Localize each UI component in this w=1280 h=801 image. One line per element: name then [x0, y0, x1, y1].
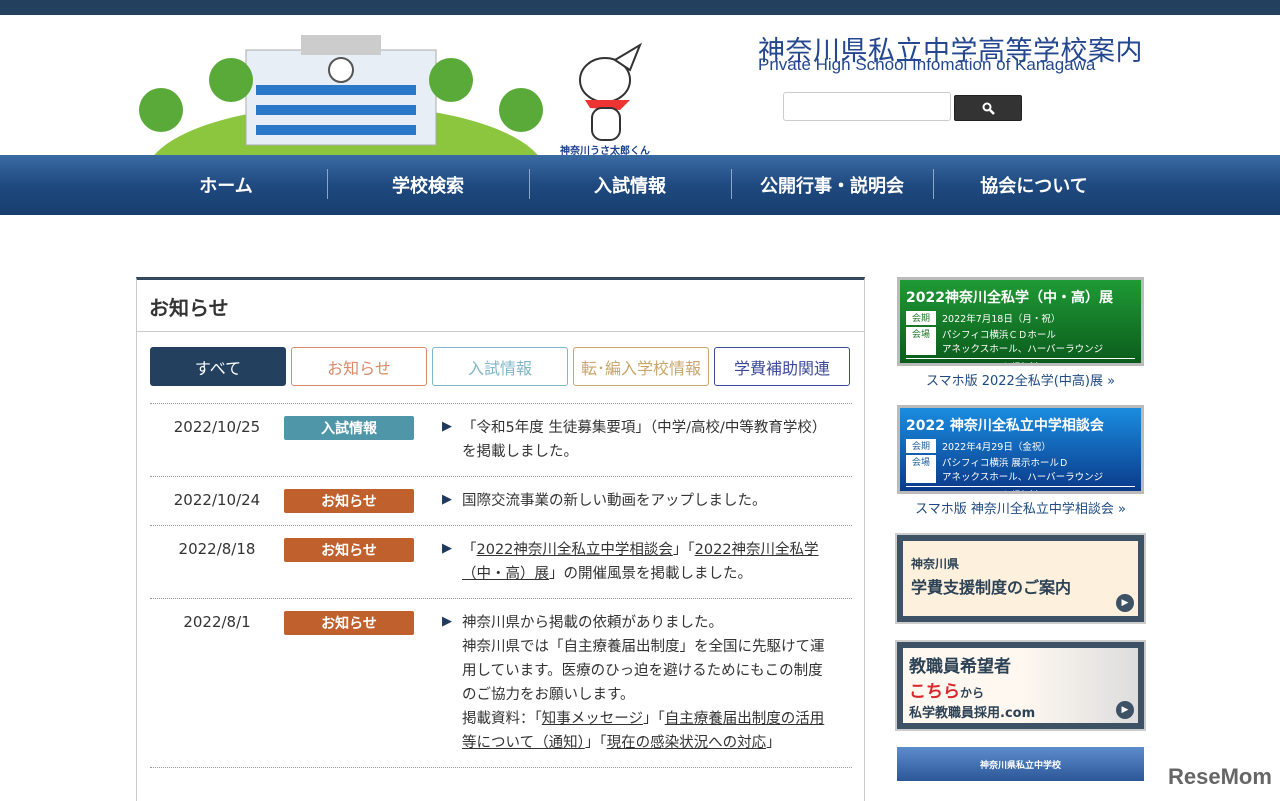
news-text: 国際交流事業の新しい動画をアップしました。 [462, 489, 852, 513]
banner-line: 私学教職員採用.com [909, 706, 1036, 721]
news-text: 「令和5年度 生徒募集要項」（中学/高校/中等教育学校）を掲載しました。 [462, 416, 852, 464]
venue-tag: 会場 [906, 327, 937, 355]
news-date: 2022/10/25 [173, 418, 261, 436]
news-text-segment: 」「 [584, 735, 607, 751]
free-admission: 入場無料 [906, 486, 1135, 491]
venue: パシフィコ横浜ＣＤホール [942, 330, 1056, 341]
nav-about[interactable]: 協会について [933, 155, 1135, 215]
venue-2: アネックスホール、ハーバーラウンジ [942, 344, 1104, 355]
search-button[interactable] [954, 95, 1022, 121]
banner-tuition-support[interactable]: 神奈川県 学費支援制度のご案内 ▶ [895, 533, 1146, 624]
mascot-rabbit [579, 42, 643, 141]
play-icon: ▶ [1116, 701, 1134, 719]
period: 2022年7月18日（月・祝） [942, 314, 1061, 325]
site-subtitle: Private High School Infomation of Kanaga… [758, 55, 1096, 74]
news-item: 2022/8/18 お知らせ ▶ 「2022神奈川全私立中学相談会」「2022神奈川全… [150, 526, 852, 599]
news-text: 「2022神奈川全私立中学相談会」「2022神奈川全私学（中・高）展」の開催風景… [462, 538, 852, 586]
filter-tab[interactable]: 学費補助関連 [714, 347, 850, 386]
news-panel: お知らせ すべて お知らせ 入試情報 転･編入学校情報 学費補助関連 2022/10/2… [136, 277, 865, 801]
news-text: 神奈川県から掲載の依頼がありました。神奈川県では「自主療養届出制度」を全国に先駆… [462, 611, 852, 755]
nav-events[interactable]: 公開行事・説明会 [731, 155, 933, 215]
mobile-link-fair[interactable]: スマホ版 2022全私学(中高)展 » [897, 370, 1144, 389]
triangle-right-icon: ▶ [442, 541, 452, 556]
top-bar [0, 0, 1280, 15]
triangle-right-icon: ▶ [442, 419, 452, 434]
news-date: 2022/8/1 [183, 613, 251, 631]
nav-school-search[interactable]: 学校検索 [327, 155, 529, 215]
news-text-segment: 掲載資料：「 [462, 711, 542, 727]
news-text-segment: 「 [462, 542, 477, 558]
category-badge: お知らせ [284, 489, 414, 513]
news-text-segment: 国際交流事業の新しい動画をアップしました。 [462, 493, 767, 509]
school-illustration [139, 35, 543, 155]
banner-title: 2022 神奈川全私立中学相談会 [906, 418, 1104, 434]
play-icon: ▶ [1116, 594, 1134, 612]
news-text-segment: 」の開催風景を掲載しました。 [549, 566, 752, 582]
news-filter-tabs: すべて お知らせ 入試情報 転･編入学校情報 学費補助関連 [150, 347, 850, 386]
nav-home[interactable]: ホーム [125, 155, 327, 215]
news-text-segment: 」「 [672, 542, 695, 558]
resemom-watermark: ReseMom [1168, 764, 1272, 789]
venue-tag: 会場 [906, 455, 937, 483]
sidebar: 2022神奈川全私学（中・高）展 会期 2022年7月18日（月・祝） 会場 パシフ… [895, 277, 1146, 781]
news-text-segment: 」 [766, 735, 781, 751]
news-item: 2022/8/1 お知らせ ▶ 神奈川県から掲載の依頼がありました。神奈川県では「自主… [150, 599, 852, 768]
banner-line: 神奈川県 [911, 557, 960, 571]
banner-title: 2022神奈川全私学（中・高）展 [906, 290, 1113, 306]
category-badge: お知らせ [284, 538, 414, 562]
free-admission: 入場無料 [906, 358, 1135, 363]
triangle-right-icon: ▶ [442, 614, 452, 629]
news-list: 2022/10/25 入試情報 ▶ 「令和5年度 生徒募集要項」（中学/高校/中等教育… [150, 403, 852, 768]
news-text-segment: 「令和5年度 生徒募集要項」（中学/高校/中等教育学校）を掲載しました。 [462, 420, 827, 460]
filter-tab[interactable]: 転･編入学校情報 [573, 347, 709, 386]
category-badge: 入試情報 [284, 416, 414, 440]
news-link[interactable]: 知事メッセージ [542, 711, 643, 727]
triangle-right-icon: ▶ [442, 492, 452, 507]
filter-tab[interactable]: お知らせ [291, 347, 427, 386]
banner-label: 神奈川県私立中学校 [979, 760, 1061, 771]
banner-line: 教職員希望者 [909, 657, 1011, 677]
news-item: 2022/10/25 入試情報 ▶ 「令和5年度 生徒募集要項」（中学/高校/中等教育… [150, 404, 852, 477]
news-text-segment: 」「 [642, 711, 665, 727]
banner-staff-recruit[interactable]: 教職員希望者 こちらから 私学教職員採用.com ▶ [895, 640, 1146, 731]
category-badge: お知らせ [284, 611, 414, 635]
banner-zenshigaku-fair[interactable]: 2022神奈川全私学（中・高）展 会期 2022年7月18日（月・祝） 会場 パシフ… [897, 277, 1144, 366]
banner-line: 学費支援制度のご案内 [911, 578, 1072, 597]
search-input[interactable] [783, 92, 951, 121]
news-date: 2022/8/18 [178, 540, 256, 558]
news-item: 2022/10/24 お知らせ ▶ 国際交流事業の新しい動画をアップしました。 [150, 477, 852, 526]
period-tag: 会期 [906, 311, 937, 325]
mobile-link-consultation[interactable]: スマホ版 神奈川全私立中学相談会 » [897, 498, 1144, 517]
venue: パシフィコ横浜 展示ホールＤ [942, 458, 1069, 469]
banner-line: こちら [909, 682, 960, 702]
banner-line: から [960, 686, 985, 700]
period: 2022年4月29日（金祝） [942, 442, 1051, 453]
news-text-segment: 神奈川県では「自主療養届出制度」を全国に先駆けて運用しています。医療のひっ迫を避… [462, 639, 825, 703]
banner-private-jhs[interactable]: 神奈川県私立中学校 [897, 747, 1144, 781]
news-link[interactable]: 2022神奈川全私立中学相談会 [477, 542, 673, 558]
news-link[interactable]: 現在の感染状況への対応 [607, 735, 767, 751]
news-title: お知らせ [137, 280, 864, 332]
venue-2: アネックスホール、ハーバーラウンジ [942, 472, 1104, 483]
news-date: 2022/10/24 [173, 491, 261, 509]
period-tag: 会期 [906, 439, 937, 453]
nav-exam-info[interactable]: 入試情報 [529, 155, 731, 215]
filter-tab[interactable]: 入試情報 [432, 347, 568, 386]
main-nav: ホーム 学校検索 入試情報 公開行事・説明会 協会について [0, 155, 1280, 215]
search-icon [982, 102, 995, 115]
banner-consultation[interactable]: 2022 神奈川全私立中学相談会 会期 2022年4月29日（金祝） 会場 パシフィ… [897, 405, 1144, 494]
news-text-segment: 神奈川県から掲載の依頼がありました。 [462, 615, 723, 631]
site-header: 神奈川うさ太郎くん 神奈川県私立中学高等学校案内 Private High Sc… [0, 15, 1280, 157]
filter-tab[interactable]: すべて [150, 347, 286, 386]
